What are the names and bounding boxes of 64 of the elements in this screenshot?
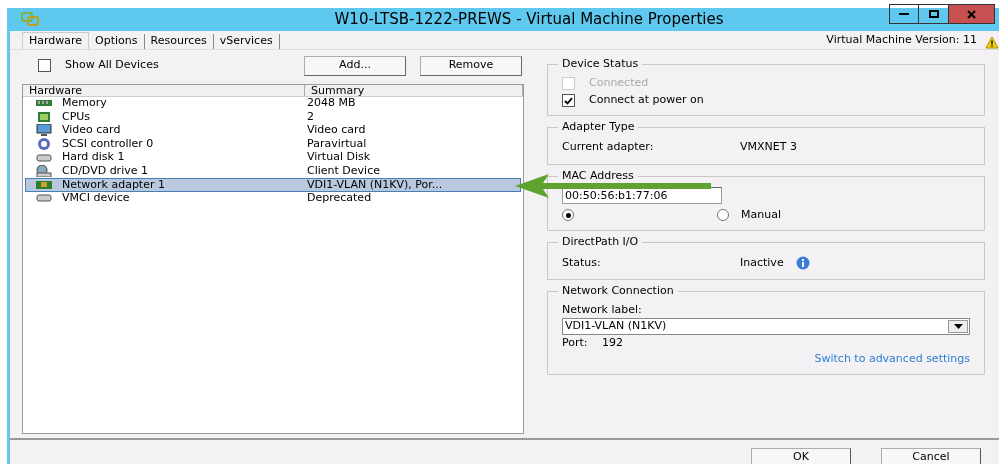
- dialog-button[interactable]: OK: [751, 447, 851, 464]
- field-value: VMXNET 3: [740, 139, 797, 156]
- maximize-icon: [928, 10, 939, 18]
- hardware-row[interactable]: SCSI controller 0 Paravirtual: [25, 137, 521, 151]
- hardware-name: Hard disk 1: [62, 149, 126, 166]
- checkbox-label: Show All Devices: [65, 57, 159, 74]
- hardware-name: Network adapter 1: [62, 176, 166, 193]
- hardware-row[interactable]: Memory 2048 MB: [25, 96, 521, 111]
- check-icon: [564, 96, 573, 105]
- radio-label: Manual: [741, 206, 781, 223]
- hardware-summary: Deprecated: [307, 190, 373, 207]
- checkbox[interactable]: [562, 94, 575, 107]
- column-header[interactable]: Hardware: [23, 84, 305, 96]
- network-card-icon: [36, 178, 52, 191]
- hardware-name: VMCI device: [62, 190, 131, 207]
- checkbox[interactable]: [38, 59, 51, 72]
- dialog-button[interactable]: Cancel: [881, 447, 981, 464]
- dropdown-arrow-icon: [953, 324, 963, 329]
- checkbox-label: Connect at power on: [589, 92, 704, 109]
- group-title: DirectPath I/O: [558, 235, 643, 249]
- field-value: Inactive: [740, 254, 784, 271]
- chip-icon: [36, 110, 52, 123]
- hardware-name: CD/DVD drive 1: [62, 163, 149, 179]
- window-title: W10-LTSB-1222-PREWS - Virtual Machine Properties: [333, 9, 725, 30]
- radio-button[interactable]: [562, 209, 574, 221]
- hardware-row[interactable]: CD/DVD drive 1 Client Device: [25, 164, 521, 179]
- app-logo-icon: [21, 12, 39, 27]
- tab[interactable]: vServices: [213, 33, 280, 49]
- minimize-button[interactable]: [889, 4, 919, 24]
- monitor-icon: [36, 124, 52, 137]
- disc-icon: [36, 138, 52, 151]
- field-label: Port:: [562, 334, 589, 351]
- tab[interactable]: Hardware: [22, 31, 90, 49]
- drive-icon: [36, 192, 52, 205]
- close-button[interactable]: [949, 4, 995, 24]
- field-value: 192: [602, 334, 623, 351]
- hardware-row[interactable]: Network adapter 1 VDI1-VLAN (N1KV), Por...: [25, 178, 521, 192]
- hardware-row[interactable]: VMCI device Deprecated: [25, 191, 521, 206]
- radio-button[interactable]: [717, 209, 729, 221]
- close-icon: [967, 9, 976, 19]
- checkbox-label: Connected: [589, 75, 649, 92]
- network-dropdown[interactable]: VDI1-VLAN (N1KV): [562, 318, 970, 335]
- group-title: Adapter Type: [558, 119, 639, 134]
- hardware-summary: Client Device: [307, 163, 381, 179]
- toolbar-button[interactable]: Remove: [420, 55, 522, 76]
- tab[interactable]: Options: [89, 33, 145, 49]
- minimize-icon: [899, 13, 909, 15]
- field-label: Status:: [562, 254, 602, 271]
- hardware-summary: VDI1-VLAN (N1KV), Por...: [307, 176, 444, 193]
- toolbar-button[interactable]: Add...: [304, 55, 406, 76]
- warning-icon: [985, 35, 999, 49]
- advanced-settings-link[interactable]: Switch to advanced settings: [814, 351, 970, 368]
- tab[interactable]: Resources: [144, 33, 214, 49]
- version-label: Virtual Machine Version: 11: [826, 32, 977, 48]
- hardware-row[interactable]: CPUs 2: [25, 110, 521, 124]
- drive-icon: [36, 151, 52, 164]
- column-header[interactable]: Summary: [305, 84, 523, 96]
- field-label: Network label:: [562, 302, 643, 318]
- hardware-row[interactable]: Hard disk 1 Virtual Disk: [25, 150, 521, 165]
- hardware-summary: Virtual Disk: [307, 149, 372, 166]
- field-label: Current adapter:: [562, 139, 655, 156]
- info-icon[interactable]: [795, 256, 810, 270]
- hardware-row[interactable]: Video card Video card: [25, 123, 521, 138]
- cd-drive-icon: [36, 165, 52, 178]
